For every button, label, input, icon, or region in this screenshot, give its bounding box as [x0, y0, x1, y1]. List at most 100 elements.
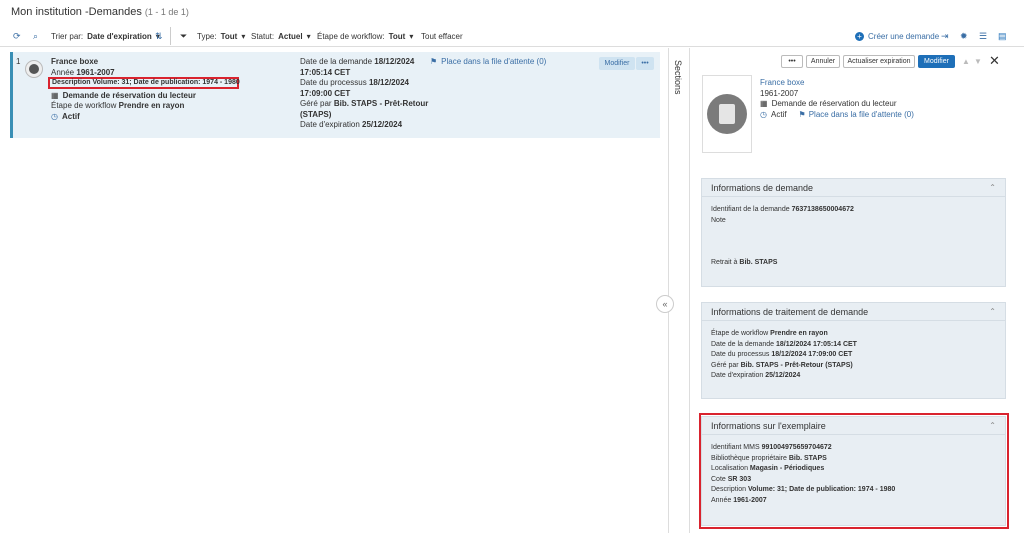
detail-title[interactable]: France boxe	[760, 78, 914, 89]
request-time: 17:05:14 CET	[300, 67, 351, 77]
queue-icon: ⚑	[430, 57, 438, 66]
result-workflow: Étape de workflow Prendre en rayon	[51, 101, 185, 110]
managed-label: Géré par	[300, 99, 332, 108]
gear-icon[interactable]: ✹	[960, 27, 968, 45]
sections-label[interactable]: Sections	[673, 60, 683, 95]
expiry-label: Date d'expiration	[300, 120, 360, 129]
pickup-label: Retrait à	[711, 259, 738, 266]
panel-request-info-header[interactable]: Informations de demande ⌃	[702, 179, 1005, 197]
detail-queue-link[interactable]: ⚑ Place dans la file d'attente (0)	[799, 110, 914, 121]
detail-request-type: ▦ Demande de réservation du lecteur	[760, 99, 897, 108]
managed-by-2: (STAPS)	[300, 109, 332, 119]
request-id: 7637138650004672	[791, 206, 854, 213]
detail-year: 1961-2007	[760, 88, 799, 98]
toolbar-underline	[0, 46, 1024, 47]
panel-item-info-title: Informations sur l'exemplaire	[711, 420, 826, 431]
type-filter-label: Type:	[197, 31, 217, 41]
workflow-filter-value: Tout	[388, 31, 406, 41]
managed-by: Bib. STAPS - Prêt-Retour	[333, 99, 429, 108]
process-date-label: Date du processus	[300, 78, 367, 87]
workflow-filter-label: Étape de workflow:	[317, 31, 385, 41]
panel-item-info-header[interactable]: Informations sur l'exemplaire ⌃	[702, 417, 1005, 435]
detail-summary: France boxe 1961-2007 ▦ Demande de réser…	[760, 78, 914, 120]
panel-item-info: Informations sur l'exemplaire ⌃ Identifi…	[701, 416, 1006, 526]
create-request-label: Créer une demande	[868, 31, 940, 41]
detail-more-button[interactable]: •••	[781, 55, 803, 68]
item-thumbnail	[25, 60, 43, 78]
type-filter-value: Tout	[220, 31, 238, 41]
process-time: 17:09:00 CET	[300, 88, 351, 98]
filter-icon[interactable]: ⏷	[180, 27, 187, 45]
panel-processing-info-header[interactable]: Informations de traitement de demande ⌃	[702, 303, 1005, 321]
detail-status-row: ◷ Actif ⚑ Place dans la file d'attente (…	[760, 110, 914, 121]
chevron-up-icon[interactable]: ⌃	[989, 183, 996, 192]
panel-processing-info-title: Informations de traitement de demande	[711, 306, 869, 317]
expiry-date: 25/12/2024	[362, 120, 403, 129]
edit-button[interactable]: Modifier	[599, 57, 635, 70]
sort-control[interactable]: Trier par: Date d'expiration ▾	[51, 27, 160, 45]
collapse-panel-icon[interactable]: «	[656, 295, 674, 313]
close-icon[interactable]: ✕	[989, 53, 1000, 69]
type-filter[interactable]: Type: Tout ▾	[197, 27, 245, 45]
request-date-label: Date de la demande	[300, 57, 373, 66]
processing-workflow: Prendre en rayon	[770, 330, 828, 337]
result-dates: Date de la demande 18/12/2024 17:05:14 C…	[300, 57, 428, 131]
compact-view-icon[interactable]: ▤	[998, 27, 1007, 45]
search-icon[interactable]: ⌕	[33, 27, 38, 45]
page-title-text: Mon institution -Demandes	[11, 6, 142, 18]
sections-splitter[interactable]	[668, 48, 690, 533]
item-mms-id: 991004975659704672	[761, 444, 832, 451]
item-location: Magasin - Périodiques	[749, 465, 825, 472]
process-date: 18/12/2024	[368, 78, 409, 87]
clear-all-link[interactable]: Tout effacer	[421, 27, 463, 45]
page-title: Mon institution -Demandes (1 - 1 de 1)	[11, 6, 189, 18]
next-arrow-icon[interactable]: ▼	[974, 57, 982, 66]
workflow-filter[interactable]: Étape de workflow: Tout ▾	[317, 27, 413, 45]
update-expiry-button[interactable]: Actualiser expiration	[843, 55, 915, 68]
processing-request-date: 18/12/2024 17:05:14 CET	[776, 340, 857, 348]
export-icon[interactable]: ⇥	[941, 27, 949, 45]
status-filter[interactable]: Statut: Actuel ▾	[251, 27, 311, 45]
processing-expiry: 25/12/2024	[765, 372, 801, 379]
result-title[interactable]: France boxe	[51, 57, 98, 66]
result-status: ◷ Actif	[51, 112, 80, 121]
cancel-button[interactable]: Annuler	[806, 55, 840, 68]
processing-process-date: 18/12/2024 17:09:00 CET	[771, 351, 853, 358]
chevron-down-icon: ▾	[306, 31, 311, 41]
toolbar-divider	[170, 27, 171, 45]
result-description: Description Volume: 31; Date de publicat…	[52, 79, 240, 86]
request-type-icon: ▦	[51, 91, 59, 100]
more-actions-button[interactable]: •••	[636, 57, 654, 70]
item-large-thumbnail	[702, 75, 752, 153]
panel-processing-info: Informations de traitement de demande ⌃ …	[701, 302, 1006, 399]
queue-icon: ⚑	[798, 109, 806, 119]
request-type-icon: ▦	[760, 99, 768, 108]
previous-arrow-icon[interactable]: ▲	[962, 57, 970, 66]
list-view-icon[interactable]: ☰	[979, 27, 987, 45]
panel-request-info: Informations de demande ⌃ Identifiant de…	[701, 178, 1006, 287]
sort-value: Date d'expiration	[87, 31, 152, 41]
item-owner-library: Bib. STAPS	[788, 454, 827, 462]
note-label: Note	[711, 216, 726, 224]
detail-status: Actif	[770, 109, 787, 119]
status-filter-value: Actuel	[278, 31, 303, 41]
result-index: 1	[16, 57, 21, 66]
result-request-type: ▦ Demande de réservation du lecteur	[51, 91, 196, 100]
plus-circle-icon: +	[855, 31, 864, 41]
chevron-up-icon[interactable]: ⌃	[989, 421, 996, 430]
detail-edit-button[interactable]: Modifier	[918, 55, 955, 68]
chevron-down-icon: ▾	[241, 31, 246, 41]
create-request-button[interactable]: + Créer une demande	[855, 27, 939, 45]
pickup-location: Bib. STAPS	[739, 259, 778, 266]
queue-link[interactable]: ⚑ Place dans la file d'attente (0)	[430, 57, 546, 66]
sort-label: Trier par:	[51, 31, 84, 41]
clock-icon: ◷	[51, 112, 58, 121]
result-count: (1 - 1 de 1)	[144, 7, 189, 17]
chevron-up-icon[interactable]: ⌃	[989, 307, 996, 316]
item-year: 1961-2007	[733, 496, 767, 504]
refresh-icon[interactable]: ⟳	[13, 27, 21, 45]
item-call-number: SR 303	[727, 475, 752, 483]
panel-request-info-title: Informations de demande	[711, 182, 814, 193]
clock-icon: ◷	[760, 109, 767, 119]
sort-direction-icon[interactable]: ⇅	[155, 27, 163, 45]
